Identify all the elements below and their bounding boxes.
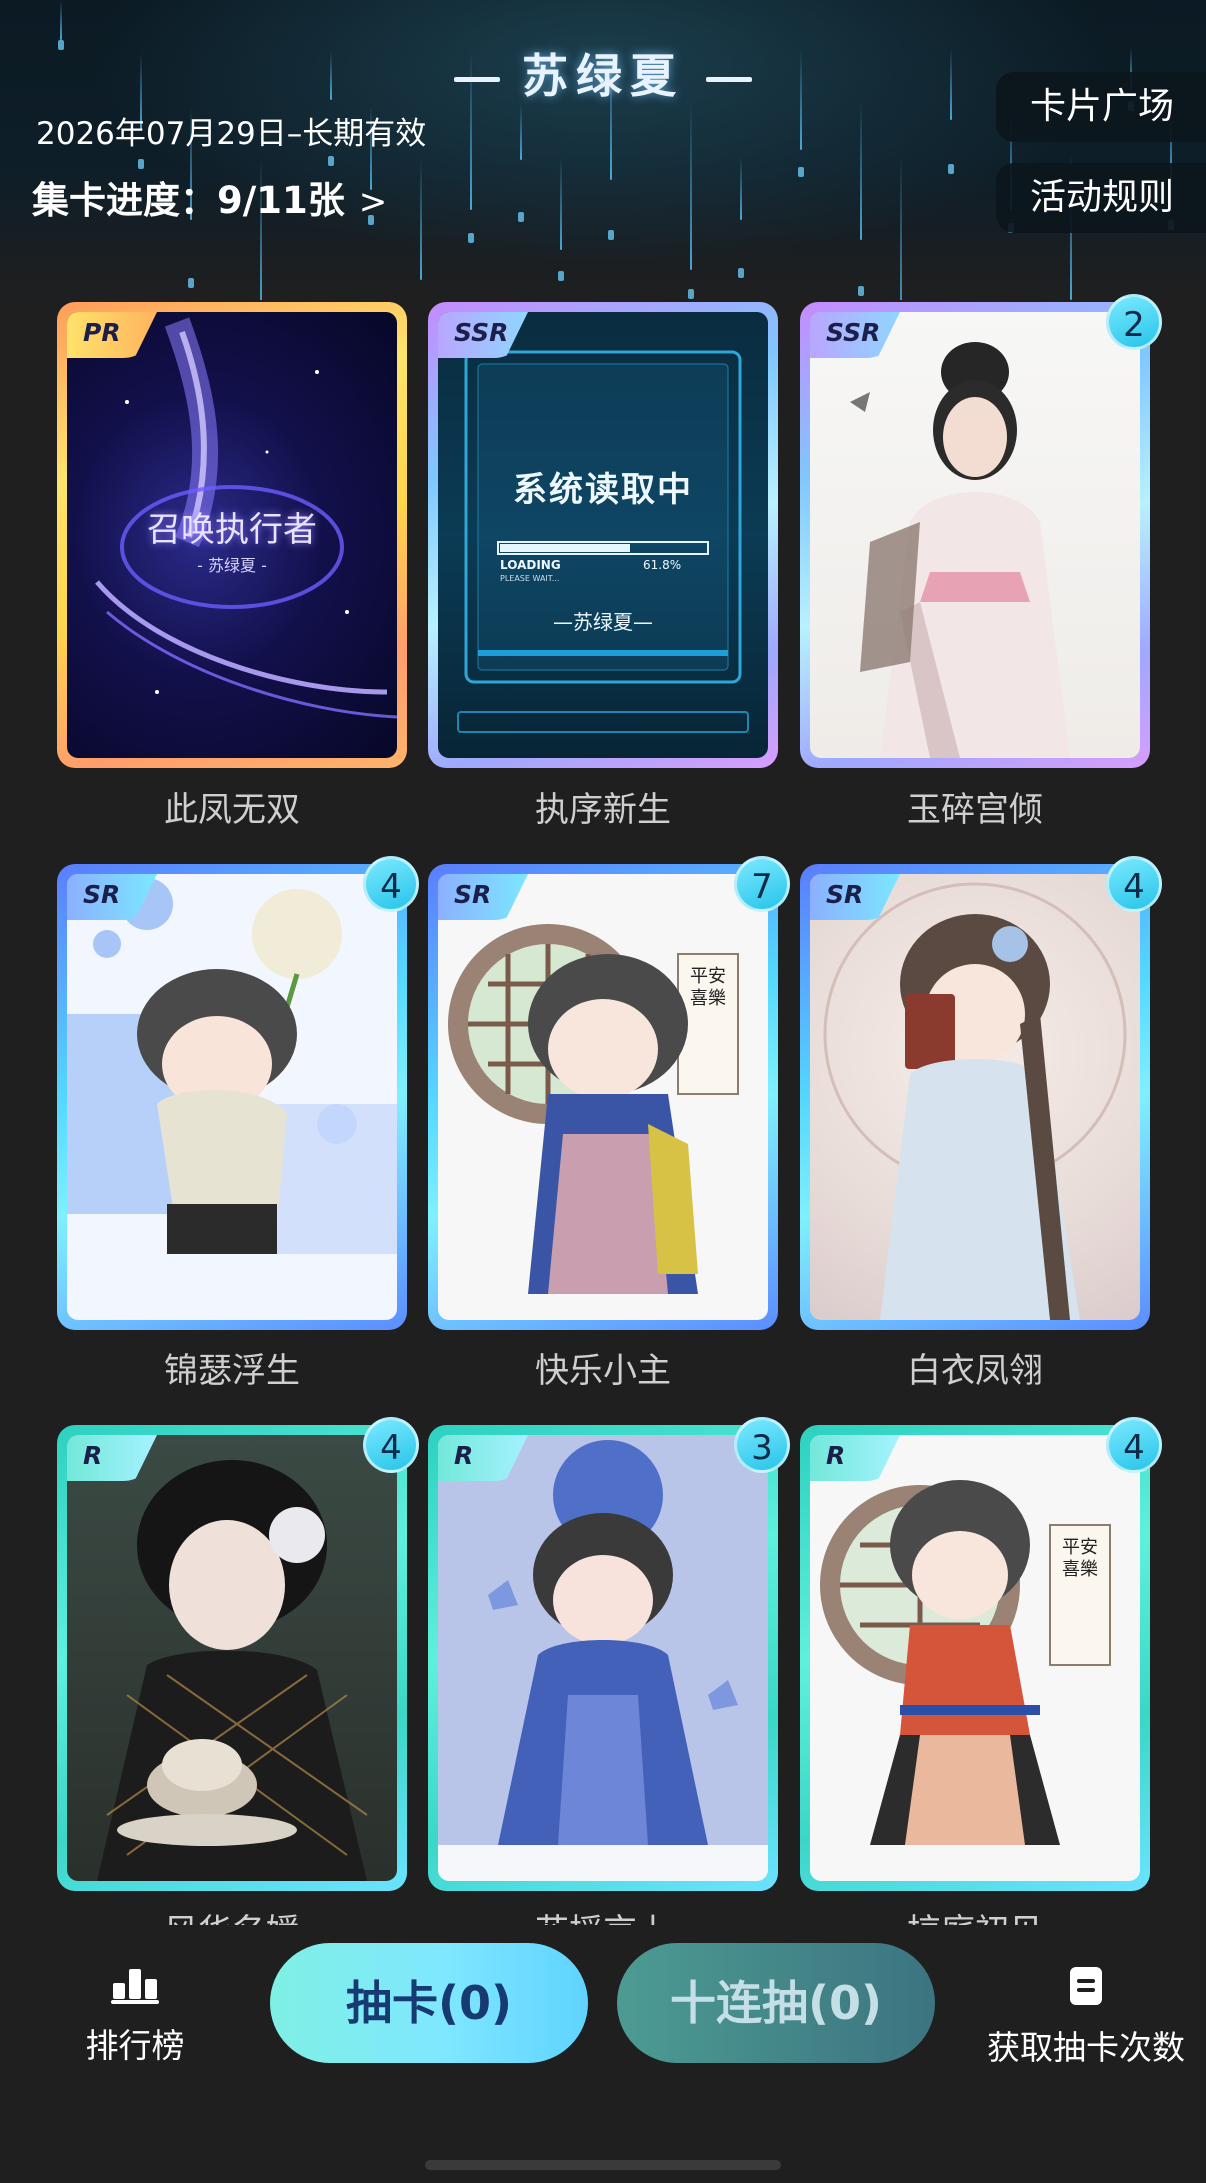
rain-streak xyxy=(860,102,862,240)
rain-dot xyxy=(798,167,804,177)
rain-dot xyxy=(138,159,144,169)
card-count-badge: 7 xyxy=(734,856,790,912)
card-name: 白衣凤翎 xyxy=(907,1351,1043,1391)
card-4[interactable]: SR 4 xyxy=(57,856,419,1330)
card-count-badge: 4 xyxy=(1106,1417,1162,1473)
rain-dot xyxy=(558,271,564,281)
rain-dot xyxy=(738,268,744,278)
rain-dot xyxy=(188,278,194,288)
validity-date: 2026年07月29日–长期有效 xyxy=(36,116,427,152)
rain-dot xyxy=(608,230,614,240)
card-art: 平安喜樂 xyxy=(810,1435,1140,1881)
card-art-title: 系统读取中 xyxy=(513,470,693,510)
card-count-badge: 2 xyxy=(1106,294,1162,350)
card-plaza-button[interactable]: 卡片广场 xyxy=(995,72,1206,142)
card-1[interactable]: 召唤执行者 - 苏绿夏 - PR xyxy=(57,302,407,768)
rain-streak xyxy=(520,104,522,160)
card-art-subtitle: —苏绿夏— xyxy=(553,610,653,634)
rain-streak xyxy=(60,0,62,40)
leaderboard-tab[interactable]: 排行榜 xyxy=(70,1965,200,2067)
card-3[interactable]: SSR 2 xyxy=(800,294,1162,768)
ten-draw-button[interactable]: 十连抽(0) xyxy=(617,1943,935,2063)
card-8[interactable]: R 3 xyxy=(428,1417,790,1891)
card-count-badge: 3 xyxy=(734,1417,790,1473)
card-art-title: 召唤执行者 xyxy=(147,510,317,550)
card-2[interactable]: 系统读取中 LOADING 61.8% PLEASE WAIT... —苏绿夏—… xyxy=(428,302,778,768)
card-art xyxy=(67,874,397,1320)
rain-streak xyxy=(900,155,902,300)
card-name: 执序新生 xyxy=(535,790,671,830)
scroll-text: 平安喜樂 xyxy=(690,966,726,1009)
bottom-action-bar: 排行榜 抽卡(0) 十连抽(0) 获取抽卡次数 xyxy=(0,1925,1206,2183)
rain-dot xyxy=(688,289,694,299)
card-art: 召唤执行者 - 苏绿夏 - xyxy=(67,312,397,758)
card-art: 平安喜樂 xyxy=(438,874,768,1320)
get-draw-times-label: 获取抽卡次数 xyxy=(987,2028,1185,2067)
card-name: 玉碎宫倾 xyxy=(907,790,1043,830)
card-art xyxy=(810,312,1140,758)
header-banner: 苏绿夏 2026年07月29日–长期有效 集卡进度：9/11张 > 卡片广场 活动… xyxy=(0,0,1206,300)
card-count-badge: 4 xyxy=(363,856,419,912)
collection-progress[interactable]: 集卡进度：9/11张 > xyxy=(32,170,387,224)
card-art xyxy=(810,874,1140,1320)
activity-rules-button[interactable]: 活动规则 xyxy=(995,163,1206,233)
card-count-badge: 4 xyxy=(363,1417,419,1473)
card-count-badge: 4 xyxy=(1106,856,1162,912)
chevron-right-icon: > xyxy=(358,182,388,222)
rain-dot xyxy=(518,212,524,222)
scroll-text: 平安喜樂 xyxy=(1062,1537,1098,1580)
card-art: 系统读取中 LOADING 61.8% PLEASE WAIT... —苏绿夏— xyxy=(438,312,768,758)
card-6[interactable]: SR 4 xyxy=(800,856,1162,1330)
card-art xyxy=(438,1435,768,1881)
card-7[interactable]: R 4 xyxy=(57,1417,419,1891)
rain-dot xyxy=(328,156,334,166)
leaderboard-label: 排行榜 xyxy=(85,2026,185,2065)
rain-dot xyxy=(468,233,474,243)
document-icon xyxy=(1070,1967,1102,2005)
card-name: 掠庭初见 xyxy=(800,1904,1150,1926)
draw-card-button[interactable]: 抽卡(0) xyxy=(270,1943,588,2063)
card-name: 快乐小主 xyxy=(535,1351,671,1391)
rain-streak xyxy=(560,157,562,250)
rain-streak xyxy=(420,158,422,280)
card-name: 锦瑟浮生 xyxy=(164,1351,300,1391)
home-indicator xyxy=(425,2160,781,2170)
card-art xyxy=(67,1435,397,1881)
leaderboard-icon xyxy=(111,1969,159,2004)
card-name: 此凤无双 xyxy=(164,790,300,830)
card-art-subtitle: - 苏绿夏 - xyxy=(197,556,267,575)
rain-dot xyxy=(948,164,954,174)
rain-dot xyxy=(858,286,864,296)
card-9[interactable]: 平安喜樂 R 4 xyxy=(800,1417,1162,1891)
rain-streak xyxy=(690,103,692,270)
get-draw-times-tab[interactable]: 获取抽卡次数 xyxy=(966,1965,1206,2069)
card-name: 风华名媛 xyxy=(57,1904,407,1926)
card-name: 花摇京上 xyxy=(428,1904,778,1926)
card-5[interactable]: 平安喜樂 SR 7 xyxy=(428,856,790,1330)
rain-streak xyxy=(740,156,742,220)
